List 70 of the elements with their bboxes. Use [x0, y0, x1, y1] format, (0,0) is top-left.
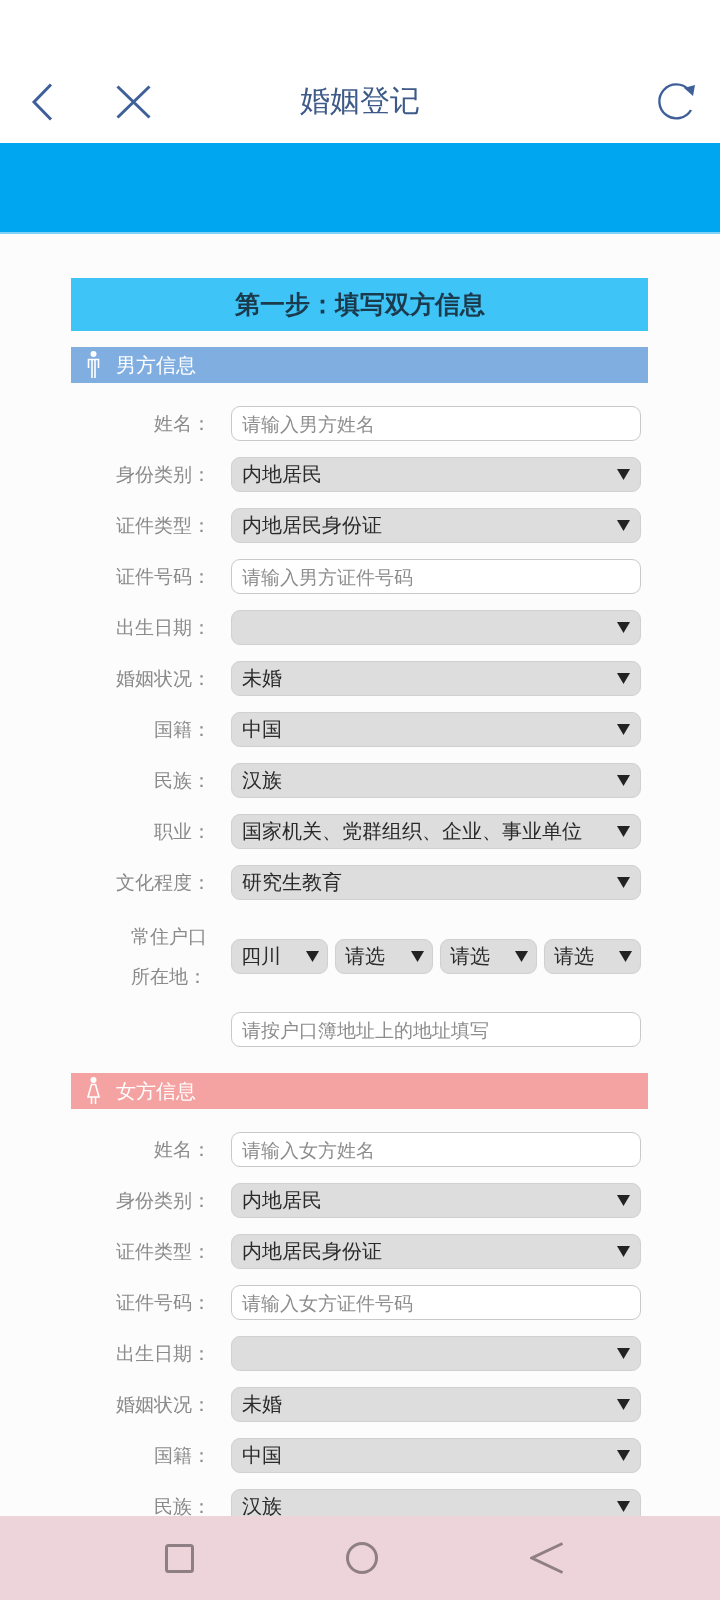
caret-icon: [514, 950, 528, 962]
close-icon[interactable]: [116, 84, 151, 119]
dropdown[interactable]: 请选: [335, 938, 433, 974]
caret-icon: [617, 1195, 630, 1206]
back-icon[interactable]: [530, 1542, 564, 1574]
dropdown[interactable]: 四川: [231, 938, 329, 974]
section-title: 女方信息: [116, 1077, 196, 1105]
field-label: 证件号码：: [116, 564, 211, 587]
caret-icon: [617, 520, 630, 531]
step-title: 第一步：填写双方信息: [71, 278, 648, 331]
field-label: 婚姻状况：: [116, 666, 211, 689]
dropdown[interactable]: 汉族: [231, 763, 641, 798]
section-title: 男方信息: [116, 351, 196, 379]
caret-icon: [617, 673, 630, 684]
field-label: 出生日期：: [116, 1341, 211, 1364]
dropdown[interactable]: 国家机关、党群组织、企业、事业单位: [231, 814, 641, 849]
back-icon[interactable]: [31, 82, 53, 121]
caret-icon: [617, 826, 630, 837]
caret-icon: [617, 724, 630, 735]
dropdown[interactable]: 未婚: [231, 1387, 641, 1422]
dropdown[interactable]: 请选: [439, 938, 537, 974]
dropdown[interactable]: 内地居民身份证: [231, 508, 641, 543]
field-label: 证件类型：: [116, 1239, 211, 1262]
refresh-icon[interactable]: [655, 82, 697, 121]
field-label: 职业：: [154, 819, 211, 842]
dropdown[interactable]: 研究生教育: [231, 865, 641, 900]
field-label: 常住户口所在地：: [131, 924, 209, 989]
field-label: 婚姻状况：: [116, 1392, 211, 1415]
field-label: 民族：: [154, 768, 211, 791]
input-field[interactable]: 请输入女方证件号码: [231, 1285, 641, 1320]
input-field[interactable]: 请输入女方姓名: [231, 1132, 641, 1167]
square-icon[interactable]: [165, 1543, 194, 1573]
field-label: 国籍：: [154, 1443, 211, 1466]
dropdown[interactable]: 中国: [231, 1438, 641, 1473]
field-label: 姓名：: [154, 1137, 211, 1160]
caret-icon: [617, 1450, 630, 1461]
page-title: 婚姻登记: [300, 82, 420, 120]
dropdown[interactable]: 中国: [231, 712, 641, 747]
field-label: 国籍：: [154, 717, 211, 740]
circle-icon[interactable]: [346, 1542, 378, 1574]
dropdown[interactable]: 请选: [543, 938, 641, 974]
caret-icon: [306, 950, 320, 962]
female-figure-icon: [87, 1077, 100, 1105]
caret-icon: [617, 1246, 630, 1257]
field-label: 证件类型：: [116, 513, 211, 536]
dropdown[interactable]: 内地居民: [231, 1183, 641, 1218]
caret-icon: [617, 775, 630, 786]
caret-icon: [617, 877, 630, 888]
input-field[interactable]: 请输入男方证件号码: [231, 559, 641, 594]
field-label: 身份类别：: [116, 1188, 211, 1211]
input-field[interactable]: 请按户口簿地址上的地址填写: [231, 1012, 641, 1047]
caret-icon: [617, 622, 630, 633]
field-label: 身份类别：: [116, 462, 211, 485]
input-field[interactable]: 请输入男方姓名: [231, 406, 641, 441]
caret-icon: [617, 469, 630, 480]
field-label: 出生日期：: [116, 615, 211, 638]
caret-icon: [617, 1348, 630, 1359]
field-label: 文化程度：: [116, 870, 211, 893]
caret-icon: [619, 950, 632, 962]
caret-icon: [410, 950, 424, 962]
caret-icon: [617, 1399, 630, 1410]
dropdown[interactable]: 内地居民: [231, 457, 641, 492]
caret-icon: [617, 1501, 630, 1512]
dropdown[interactable]: 未婚: [231, 661, 641, 696]
field-label: 姓名：: [154, 411, 211, 434]
field-label: 民族：: [154, 1494, 211, 1516]
dropdown[interactable]: 内地居民身份证: [231, 1234, 641, 1269]
male-figure-icon: [87, 351, 100, 379]
field-label: 证件号码：: [116, 1290, 211, 1313]
dropdown[interactable]: 汉族: [231, 1489, 641, 1516]
